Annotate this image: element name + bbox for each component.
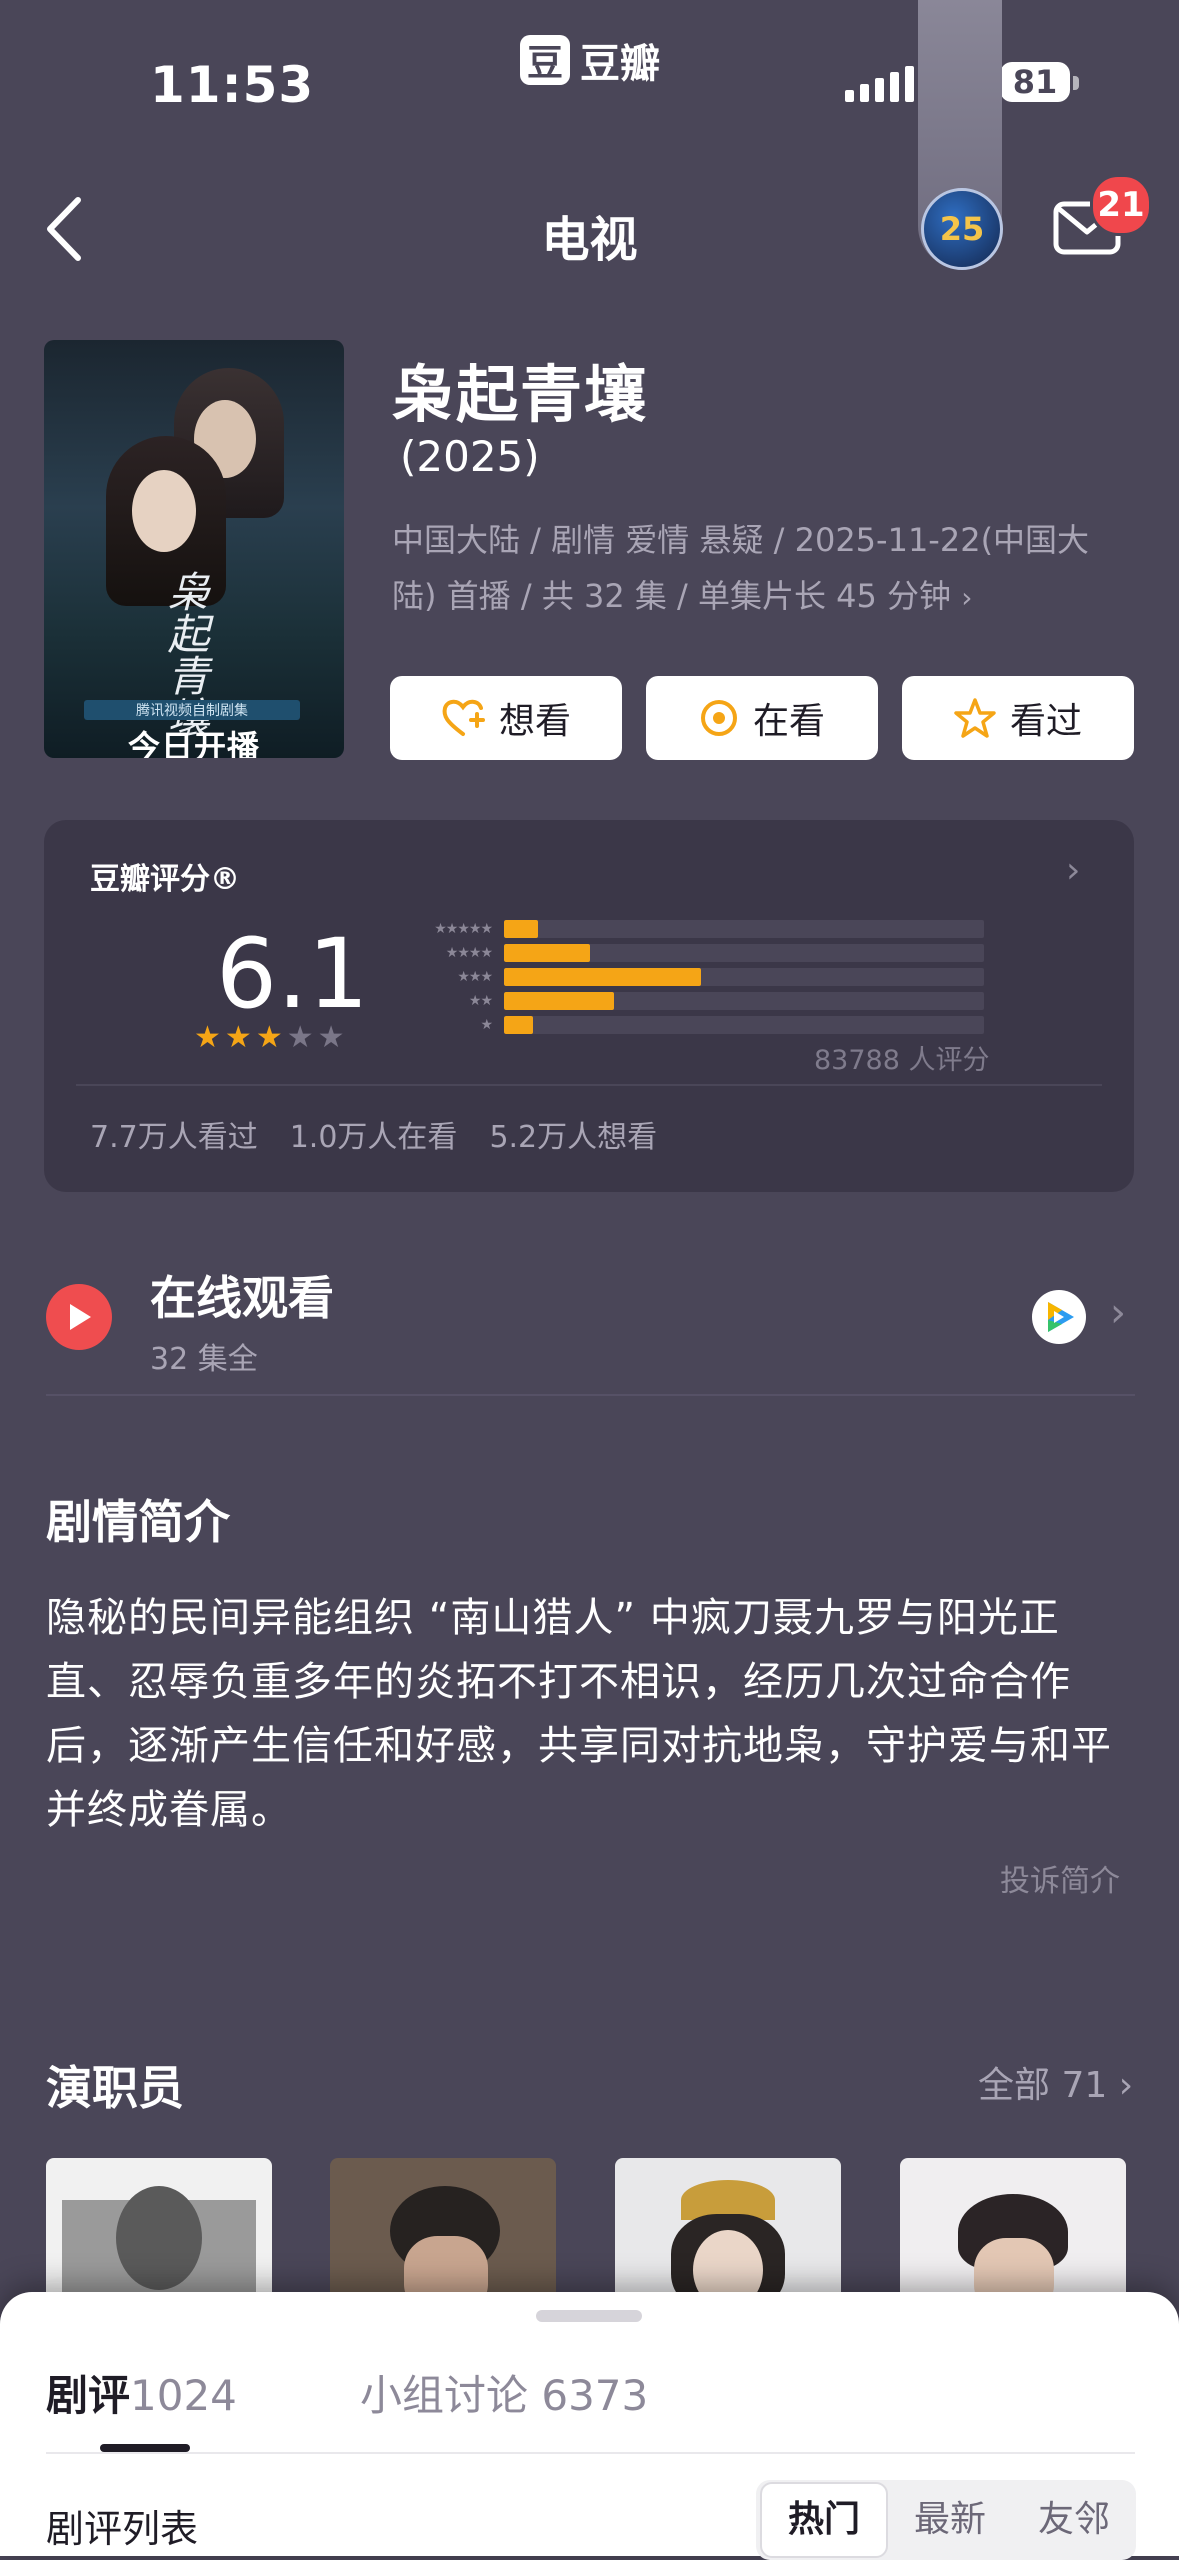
show-meta[interactable]: 中国大陆 / 剧情 爱情 悬疑 / 2025-11-22(中国大 陆) 首播 /… (392, 512, 1112, 626)
rating-stats: 7.7万人看过 1.0万人在看 5.2万人想看 (90, 1112, 657, 1156)
cast-photo[interactable] (330, 2158, 556, 2308)
rating-bar-fill (504, 968, 701, 986)
show-title: 枭起青壤 (392, 358, 649, 431)
online-watch-title[interactable]: 在线观看 (150, 1262, 334, 1328)
watched-button[interactable]: 看过 (902, 676, 1134, 760)
cast-title: 演职员 (46, 2061, 184, 2115)
rating-card[interactable]: 豆瓣评分® › 6.1 ★ ★ ★ ★ ★ ★★★★★ ★★★★ ★★★ ★★ ★ 83788 … (44, 820, 1134, 1192)
target-icon (700, 700, 737, 736)
want-button[interactable]: 想看 (390, 676, 622, 760)
page-title: 电视 (541, 212, 638, 268)
cellular-signal-icon (845, 64, 914, 102)
rating-bar-fill (504, 944, 591, 962)
poster-today-text: 今日开播 (127, 728, 260, 758)
synopsis-text: 隐秘的民间异能组织 “南山猎人” 中疯刀聂九罗与阳光正直、忍辱负重多年的炎拓不打… (46, 1595, 1112, 1833)
show-meta-line: 中国大陆 / 剧情 爱情 悬疑 / 2025-11-22(中国大 (392, 521, 1090, 559)
rating-stars: ★ ★ ★ ★ ★ (194, 1020, 345, 1055)
chevron-right-icon: › (961, 581, 973, 614)
divider (46, 1394, 1135, 1396)
chevron-right-icon[interactable]: › (1110, 1290, 1126, 1336)
star-level-icon: ★★ (468, 993, 493, 1009)
divider (76, 1084, 1102, 1086)
battery-tip (1073, 76, 1079, 90)
want-count: 5.2万人想看 (489, 1120, 658, 1155)
douban-logo-icon: 豆 (520, 35, 570, 85)
rating-bar-track (504, 968, 984, 986)
review-list-title: 剧评列表 (46, 2507, 199, 2551)
rating-bar-fill (504, 1016, 533, 1034)
app-name: 豆瓣 (580, 41, 660, 87)
watching-count: 1.0万人在看 (289, 1120, 458, 1155)
active-tab-indicator (100, 2444, 190, 2452)
rating-bar-fill (504, 992, 615, 1010)
star-level-icon: ★★★★★ (434, 921, 493, 937)
rating-distribution: ★★★★★ ★★★★ ★★★ ★★ ★ (384, 920, 984, 1040)
chevron-right-icon: › (1066, 850, 1081, 891)
online-episodes: 32 集全 (150, 1342, 258, 1377)
rating-bar-track (504, 944, 984, 962)
want-label: 想看 (498, 701, 571, 742)
watching-button[interactable]: 在看 (646, 676, 878, 760)
app-indicator: 豆 豆瓣 (520, 32, 660, 88)
watching-label: 在看 (752, 701, 825, 742)
rating-bar-fill (504, 920, 538, 938)
synopsis-title: 剧情简介 (46, 1495, 230, 1549)
cast-photo[interactable] (615, 2158, 841, 2308)
rating-bar-row: ★★★ (384, 968, 984, 986)
cast-all-link[interactable]: 全部 71 › (978, 2056, 1133, 2108)
show-meta-line: 陆) 首播 / 共 32 集 / 单集片长 45 分钟 › (392, 577, 973, 615)
poster-strip: 腾讯视频自制剧集 (84, 700, 300, 720)
rating-label: 豆瓣评分® (90, 862, 240, 897)
cast-photo[interactable] (46, 2158, 272, 2308)
star-empty-icon: ★ (286, 1020, 314, 1055)
poster-face (132, 470, 196, 552)
tencent-video-icon[interactable] (1032, 1290, 1086, 1344)
star-filled-icon: ★ (194, 1020, 221, 1055)
watched-count: 7.7万人看过 (90, 1120, 258, 1155)
star-level-icon: ★★★★ (445, 945, 493, 961)
play-icon[interactable] (46, 1284, 112, 1350)
show-poster[interactable]: 枭起青壤 腾讯视频自制剧集 今日开播 (44, 340, 344, 758)
rating-bar-row: ★★ (384, 992, 984, 1010)
sort-latest[interactable]: 最新 (888, 2484, 1012, 2556)
chevron-right-icon: › (1118, 2065, 1134, 2106)
watched-label: 看过 (1009, 701, 1082, 742)
star-outline-icon (954, 698, 996, 738)
rating-count: 83788 人评分 (814, 1045, 990, 1076)
rating-bar-row: ★★★★★ (384, 920, 984, 938)
reviews-sheet[interactable]: 剧评1024 小组讨论 6373 剧评列表 热门 最新 友邻 (0, 2292, 1179, 2560)
divider (46, 2452, 1135, 2454)
cast-photo[interactable] (900, 2158, 1126, 2308)
rating-bar-row: ★★★★ (384, 944, 984, 962)
star-level-icon: ★★★ (457, 969, 493, 985)
tab-groups[interactable]: 小组讨论 6373 (360, 2362, 648, 2423)
tab-reviews[interactable]: 剧评1024 (46, 2362, 237, 2423)
sort-hot[interactable]: 热门 (760, 2482, 888, 2558)
report-synopsis-link[interactable]: 投诉简介 (1000, 1856, 1120, 1900)
status-time: 11:53 (150, 56, 315, 114)
battery-icon: 81 (1000, 62, 1070, 102)
show-year: (2025) (400, 432, 540, 481)
rating-bar-track (504, 1016, 984, 1034)
star-empty-icon: ★ (317, 1020, 345, 1055)
heart-plus-icon (442, 699, 485, 736)
star-level-icon: ★ (480, 1017, 493, 1033)
star-filled-icon: ★ (224, 1020, 252, 1055)
sort-friends[interactable]: 友邻 (1012, 2484, 1136, 2556)
sheet-grabber[interactable] (536, 2310, 642, 2322)
rating-bar-track (504, 992, 984, 1010)
rating-score: 6.1 (216, 918, 369, 1030)
rating-bar-row: ★ (384, 1016, 984, 1034)
star-filled-icon: ★ (255, 1020, 283, 1055)
rating-bar-track (504, 920, 984, 938)
mail-badge: 21 (1090, 174, 1152, 236)
review-sort-segment[interactable]: 热门 最新 友邻 (756, 2480, 1136, 2560)
